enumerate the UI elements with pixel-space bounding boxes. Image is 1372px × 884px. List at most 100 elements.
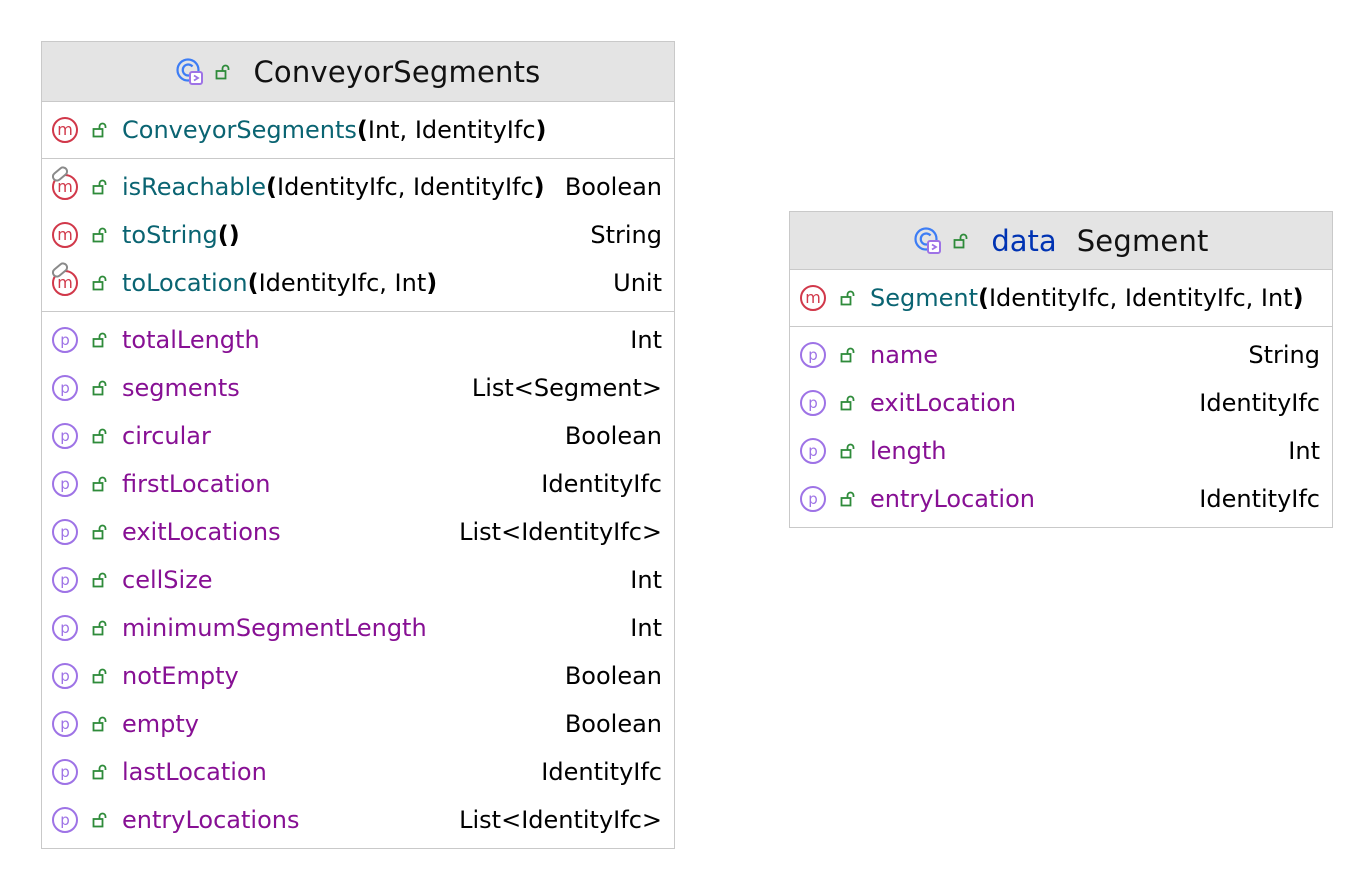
public-lock-icon [92,227,107,243]
public-lock-icon [840,443,855,459]
class-header[interactable]: ConveyorSegments [42,42,674,102]
property-icon: p [52,375,78,401]
class-title: Segment [1076,223,1209,258]
public-lock-icon [92,275,107,291]
public-lock-icon [216,64,230,79]
property-type: IdentityIfc [541,758,662,786]
public-lock-icon [92,122,107,138]
method-icon: m [49,164,78,200]
method-row[interactable]: m toLocation (IdentityIfc, Int) Unit [42,259,674,307]
property-name: empty [122,710,199,738]
property-name: segments [122,374,240,402]
public-lock-icon [840,347,855,363]
property-name: entryLocation [870,485,1035,513]
public-lock-icon [92,572,107,588]
method-return-type: String [590,221,662,249]
property-row[interactable]: p totalLength Int [42,316,674,364]
override-icon [49,260,71,280]
public-lock-icon [92,764,107,780]
property-row[interactable]: p notEmpty Boolean [42,652,674,700]
property-icon: p [52,663,78,689]
property-name: entryLocations [122,806,300,834]
property-icon: p [52,759,78,785]
member-params: (IdentityIfc, Int) [247,269,438,297]
member-params: (Int, IdentityIfc) [356,116,547,144]
property-row[interactable]: p exitLocation IdentityIfc [790,379,1332,427]
member-params: (IdentityIfc, IdentityIfc) [266,173,545,201]
property-name: name [870,341,939,369]
class-box: ConveyorSegments m ConveyorSegments (Int, I… [41,41,675,849]
property-row[interactable]: p cellSize Int [42,556,674,604]
public-lock-icon [92,524,107,540]
property-icon: p [52,423,78,449]
property-icon: p [800,390,826,416]
property-name: cellSize [122,566,213,594]
property-name: firstLocation [122,470,271,498]
method-icon: m [800,285,826,311]
property-icon: p [52,711,78,737]
property-type: IdentityIfc [541,470,662,498]
properties-section: p name String p exitLocation IdentityIfc p leng… [790,327,1332,527]
property-row[interactable]: p lastLocation IdentityIfc [42,748,674,796]
property-icon: p [52,807,78,833]
property-type: List<IdentityIfc> [459,518,662,546]
property-row[interactable]: p minimumSegmentLength Int [42,604,674,652]
method-name: toLocation [122,269,248,297]
method-name: isReachable [122,173,267,201]
property-row[interactable]: p entryLocations List<IdentityIfc> [42,796,674,844]
constructors-section: m Segment (IdentityIfc, IdentityIfc, Int) [790,270,1332,327]
property-icon: p [52,567,78,593]
property-icon: p [800,438,826,464]
property-icon: p [52,327,78,353]
property-name: exitLocation [870,389,1017,417]
constructors-section: m ConveyorSegments (Int, IdentityIfc) [42,102,674,159]
property-name: minimumSegmentLength [122,614,427,642]
public-lock-icon [953,233,968,248]
property-row[interactable]: p firstLocation IdentityIfc [42,460,674,508]
property-name: length [870,437,947,465]
property-name: lastLocation [122,758,267,786]
class-box: data Segment m Segment (IdentityIfc, Identit… [789,211,1333,528]
public-lock-icon [840,491,855,507]
property-name: circular [122,422,211,450]
class-header[interactable]: data Segment [790,212,1332,270]
property-type: Boolean [564,710,662,738]
class-icon [914,226,942,254]
property-row[interactable]: p length Int [790,427,1332,475]
constructor-name: ConveyorSegments [122,116,357,144]
property-row[interactable]: p exitLocations List<IdentityIfc> [42,508,674,556]
property-name: exitLocations [122,518,281,546]
property-type: List<Segment> [471,374,662,402]
property-icon: p [800,342,826,368]
property-row[interactable]: p entryLocation IdentityIfc [790,475,1332,523]
property-type: IdentityIfc [1199,485,1320,513]
property-type: String [1248,341,1320,369]
property-type: IdentityIfc [1199,389,1320,417]
public-lock-icon [92,428,107,444]
method-row[interactable]: m isReachable (IdentityIfc, IdentityIfc) Bo… [42,163,674,211]
methods-section: m isReachable (IdentityIfc, IdentityIfc) Bo… [42,159,674,312]
public-lock-icon [92,620,107,636]
method-row[interactable]: m toString() String [42,211,674,259]
property-icon: p [52,519,78,545]
constructor-row[interactable]: m Segment (IdentityIfc, IdentityIfc, Int) [790,274,1332,322]
property-row[interactable]: p segments List<Segment> [42,364,674,412]
properties-section: p totalLength Int p segments List<Segment> p ci… [42,312,674,848]
property-row[interactable]: p circular Boolean [42,412,674,460]
method-icon: m [49,260,78,296]
property-row[interactable]: p empty Boolean [42,700,674,748]
property-type: Int [630,566,662,594]
property-type: Boolean [564,422,662,450]
property-row[interactable]: p name String [790,331,1332,379]
public-lock-icon [840,290,855,306]
method-name: toString [122,221,218,249]
member-params: (IdentityIfc, IdentityIfc, Int) [978,284,1304,312]
member-params: () [217,221,240,249]
constructor-row[interactable]: m ConveyorSegments (Int, IdentityIfc) [42,106,674,154]
property-name: totalLength [122,326,260,354]
public-lock-icon [92,476,107,492]
method-icon: m [52,117,78,143]
class-icon [176,57,204,85]
property-icon: p [52,615,78,641]
public-lock-icon [92,179,107,195]
